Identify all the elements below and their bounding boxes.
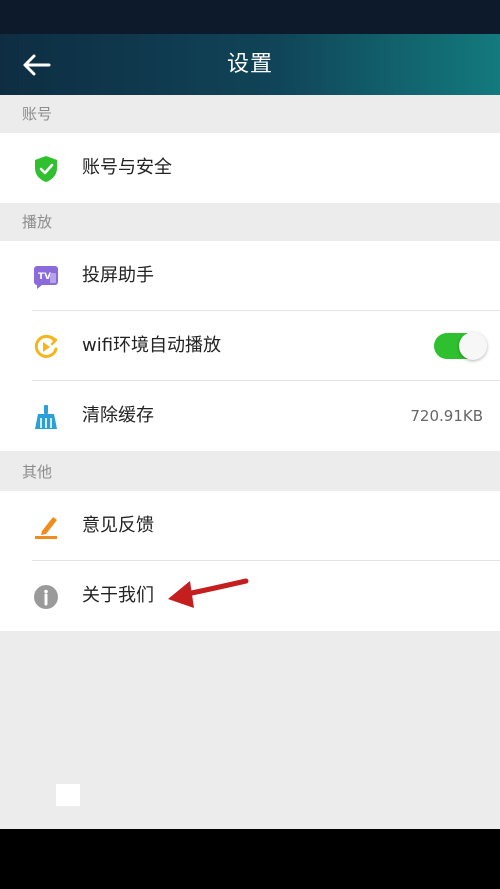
group-account: 账号与安全 [0,133,500,203]
broom-icon [32,403,60,431]
settings-item-feedback[interactable]: 意见反馈 [0,491,500,561]
section-title: 其他 [22,463,53,481]
section-header-playback: 播放 [0,203,500,241]
settings-item-label: wifi环境自动播放 [82,335,222,356]
wifi-autoplay-toggle[interactable] [434,332,487,360]
section-header-other: 其他 [0,453,500,491]
arrow-left-icon [23,54,51,76]
section-header-account: 账号 [0,95,500,133]
shield-check-icon [32,155,60,183]
system-navigation-bar [0,829,500,889]
annotation-arrow-icon [168,578,249,608]
settings-item-label: 关于我们 [82,585,154,606]
svg-text:TV: TV [38,272,51,282]
settings-item-label: 账号与安全 [82,157,172,178]
tv-icon: TV [32,263,60,291]
settings-item-account-security[interactable]: 账号与安全 [0,133,500,203]
status-bar [0,0,500,34]
section-title: 播放 [22,213,53,231]
section-title: 账号 [22,105,53,123]
page-title: 设置 [226,52,273,77]
feedback-pen-icon [32,513,60,541]
cache-size-value: 720.91KB [410,407,483,425]
group-playback: TV 投屏助手 wifi环境自动播放 清除缓存 720.91KB [0,241,500,451]
settings-item-label: 投屏助手 [82,265,154,286]
back-button[interactable] [16,48,56,82]
settings-item-clear-cache[interactable]: 清除缓存 720.91KB [0,381,500,451]
toggle-knob [459,332,487,360]
settings-item-wifi-autoplay[interactable]: wifi环境自动播放 [0,311,500,381]
settings-item-label: 清除缓存 [82,405,154,426]
overlay-square [56,784,80,806]
settings-item-cast-assistant[interactable]: TV 投屏助手 [0,241,500,311]
settings-item-label: 意见反馈 [82,515,154,536]
info-icon [32,583,60,611]
auto-play-icon [32,333,60,361]
app-bar: 设置 [0,34,500,95]
